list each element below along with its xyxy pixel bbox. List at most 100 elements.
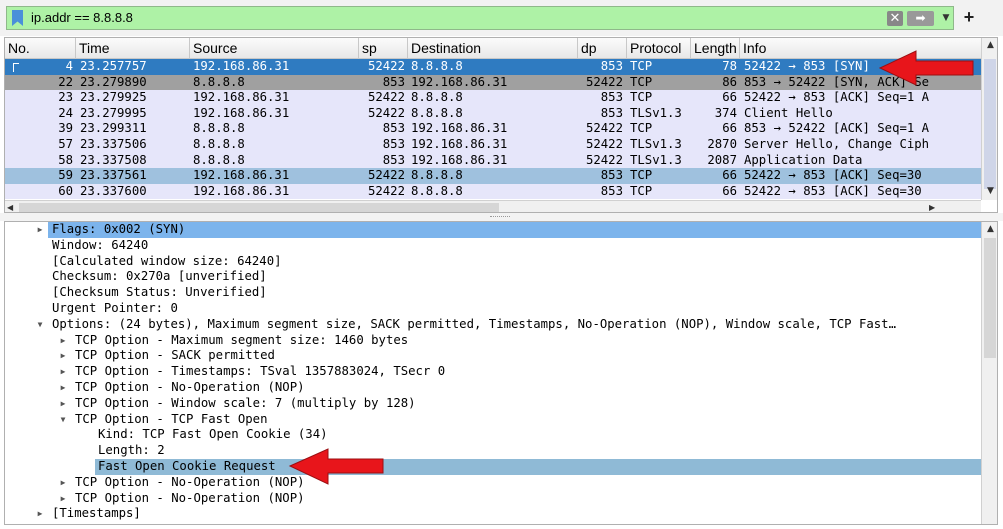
packet-cell-source: 8.8.8.8 <box>193 137 245 151</box>
detail-tree-item[interactable]: ▶ TCP Option - No-Operation (NOP) <box>5 380 981 396</box>
packet-cell-no: 24 <box>58 105 73 120</box>
packet-list-hscroll-thumb[interactable] <box>19 203 499 212</box>
packet-row[interactable]: 58 23.337508 8.8.8.8 853 192.168.86.31 52422 T… <box>5 152 981 169</box>
detail-tree-item[interactable]: ▶ Flags: 0x002 (SYN) <box>5 222 981 238</box>
bookmark-icon[interactable] <box>12 10 23 26</box>
collapsed-caret-icon[interactable]: ▶ <box>58 396 68 412</box>
packet-cell-info: 52422 → 853 [ACK] Seq=30 <box>744 183 922 198</box>
column-header-time[interactable]: Time <box>76 38 190 59</box>
collapsed-caret-icon[interactable]: ▶ <box>58 348 68 364</box>
detail-tree-item[interactable]: Urgent Pointer: 0 <box>5 301 981 317</box>
packet-cell-destination: 8.8.8.8 <box>411 168 463 183</box>
detail-tree-item-label: Flags: 0x002 (SYN) <box>52 222 186 236</box>
packet-cell-dp: 52422 <box>585 74 623 89</box>
packet-cell-time: 23.279995 <box>80 105 147 120</box>
column-header-protocol[interactable]: Protocol <box>627 38 691 59</box>
packet-cell-no: 60 <box>58 183 73 198</box>
packet-cell-sp: 853 <box>382 121 405 136</box>
details-scroll-thumb[interactable] <box>984 238 996 358</box>
column-header-sp[interactable]: sp <box>359 38 408 59</box>
collapsed-caret-icon[interactable]: ▶ <box>35 222 45 238</box>
collapsed-caret-icon[interactable]: ▶ <box>58 491 68 507</box>
apply-filter-icon[interactable]: ➡ <box>907 11 934 26</box>
packet-row[interactable]: 60 23.337600 192.168.86.31 52422 8.8.8.8 853 T… <box>5 183 981 200</box>
packet-row[interactable]: 57 23.337506 8.8.8.8 853 192.168.86.31 52422 T… <box>5 137 981 153</box>
detail-tree-item[interactable]: Length: 2 <box>5 443 981 459</box>
packet-list-vertical-scrollbar[interactable]: ▲ ▼ <box>981 38 997 200</box>
column-header-source[interactable]: Source <box>190 38 359 59</box>
packet-cell-sp: 52422 <box>367 105 405 120</box>
packet-cell-time: 23.337561 <box>80 168 147 183</box>
packet-cell-dp: 853 <box>600 183 623 198</box>
detail-tree-item-label: Checksum: 0x270a [unverified] <box>52 269 267 284</box>
add-filter-button[interactable]: + <box>958 6 980 30</box>
expanded-caret-icon[interactable]: ▼ <box>58 412 68 428</box>
detail-tree-item[interactable]: Checksum: 0x270a [unverified] <box>5 269 981 285</box>
details-vertical-scrollbar[interactable]: ▲ <box>981 222 997 524</box>
detail-tree-item[interactable]: ▶ TCP Option - Timestamps: TSval 13578830… <box>5 364 981 380</box>
packet-list-horizontal-scrollbar[interactable]: ◀ ▶ <box>5 200 981 212</box>
packet-cell-protocol: TLSv1.3 <box>630 152 682 167</box>
packet-cell-no: 58 <box>58 152 73 167</box>
scroll-left-icon[interactable]: ◀ <box>7 201 17 212</box>
scroll-up-icon[interactable]: ▲ <box>982 40 997 54</box>
display-filter-input[interactable]: ip.addr == 8.8.8.8 ✕ ➡ ▼ <box>6 6 954 30</box>
packet-cell-protocol: TCP <box>630 74 653 89</box>
packet-row[interactable]: 39 23.299311 8.8.8.8 853 192.168.86.31 52422 T… <box>5 121 981 137</box>
detail-tree-item-label: TCP Option - TCP Fast Open <box>75 411 268 426</box>
column-header-dp[interactable]: dp <box>578 38 627 59</box>
filter-history-dropdown-icon[interactable]: ▼ <box>941 11 951 26</box>
packet-cell-destination: 8.8.8.8 <box>411 90 463 105</box>
collapsed-caret-icon[interactable]: ▶ <box>58 364 68 380</box>
detail-tree-item[interactable]: Fast Open Cookie Request <box>5 459 981 475</box>
detail-tree-item[interactable]: ▶ [Timestamps] <box>5 506 981 522</box>
packet-cell-length: 66 <box>722 90 737 105</box>
scroll-down-icon[interactable]: ▼ <box>982 186 997 200</box>
packet-cell-destination: 192.168.86.31 <box>411 152 508 167</box>
column-header-length[interactable]: Length <box>691 38 740 59</box>
detail-tree-item[interactable]: ▶ TCP Option - No-Operation (NOP) <box>5 491 981 507</box>
detail-tree-item[interactable]: ▼ TCP Option - TCP Fast Open <box>5 412 981 428</box>
packet-list-header: No. Time Source sp Destination dp Protoc… <box>5 38 981 59</box>
splitter-grip-icon[interactable] <box>490 216 510 218</box>
detail-tree-item-label: TCP Option - Timestamps: TSval 135788302… <box>75 364 446 379</box>
detail-tree-item-label: TCP Option - SACK permitted <box>75 348 275 363</box>
scroll-up-icon[interactable]: ▲ <box>982 224 997 238</box>
detail-tree-item[interactable]: ▶ TCP Option - No-Operation (NOP) <box>5 475 981 491</box>
detail-tree-item[interactable]: [Checksum Status: Unverified] <box>5 285 981 301</box>
detail-tree-item[interactable]: Kind: TCP Fast Open Cookie (34) <box>5 427 981 443</box>
packet-cell-info: Client Hello <box>744 105 833 120</box>
detail-tree-item[interactable]: ▼ Options: (24 bytes), Maximum segment si… <box>5 317 981 333</box>
packet-row[interactable]: 24 23.279995 192.168.86.31 52422 8.8.8.8 853 T… <box>5 105 981 122</box>
detail-tree-item[interactable]: ▶ TCP Option - Window scale: 7 (multiply … <box>5 396 981 412</box>
scroll-right-icon[interactable]: ▶ <box>929 201 939 212</box>
packet-cell-time: 23.337508 <box>80 152 147 167</box>
packet-cell-source: 8.8.8.8 <box>193 121 245 136</box>
packet-row[interactable]: 59 23.337561 192.168.86.31 52422 8.8.8.8 853 T… <box>5 168 981 184</box>
collapsed-caret-icon[interactable]: ▶ <box>58 475 68 491</box>
detail-tree-item[interactable]: [Calculated window size: 64240] <box>5 254 981 270</box>
collapsed-caret-icon[interactable]: ▶ <box>58 333 68 349</box>
column-header-no[interactable]: No. <box>5 38 76 59</box>
clear-filter-icon[interactable]: ✕ <box>887 11 903 26</box>
packet-cell-sp: 52422 <box>367 183 405 198</box>
detail-tree-item[interactable]: ▶ TCP Option - SACK permitted <box>5 348 981 364</box>
collapsed-caret-icon[interactable]: ▶ <box>35 506 45 522</box>
packet-list-scroll-thumb[interactable] <box>984 59 996 189</box>
collapsed-caret-icon[interactable]: ▶ <box>58 380 68 396</box>
column-header-destination[interactable]: Destination <box>408 38 578 59</box>
pane-splitter[interactable] <box>0 213 1003 221</box>
packet-cell-info: Application Data <box>744 152 863 167</box>
packet-cell-sp: 52422 <box>367 90 405 105</box>
packet-cell-time: 23.337600 <box>80 183 147 198</box>
expanded-caret-icon[interactable]: ▼ <box>35 317 45 333</box>
detail-tree-item[interactable]: Window: 64240 <box>5 238 981 254</box>
packet-row[interactable]: 22 23.279890 8.8.8.8 853 192.168.86.31 52422 T… <box>5 74 981 91</box>
detail-tree-item[interactable]: ▶ TCP Option - Maximum segment size: 1460… <box>5 333 981 349</box>
filter-text[interactable]: ip.addr == 8.8.8.8 <box>31 10 133 25</box>
red-annotation-arrow-cookie <box>288 448 384 485</box>
packet-cell-protocol: TCP <box>630 59 653 73</box>
packet-row[interactable]: 4 23.257757 192.168.86.31 52422 8.8.8.8 853 TC… <box>5 59 981 75</box>
detail-tree-item-label: Fast Open Cookie Request <box>98 459 276 473</box>
packet-row[interactable]: 23 23.279925 192.168.86.31 52422 8.8.8.8 853 T… <box>5 90 981 106</box>
